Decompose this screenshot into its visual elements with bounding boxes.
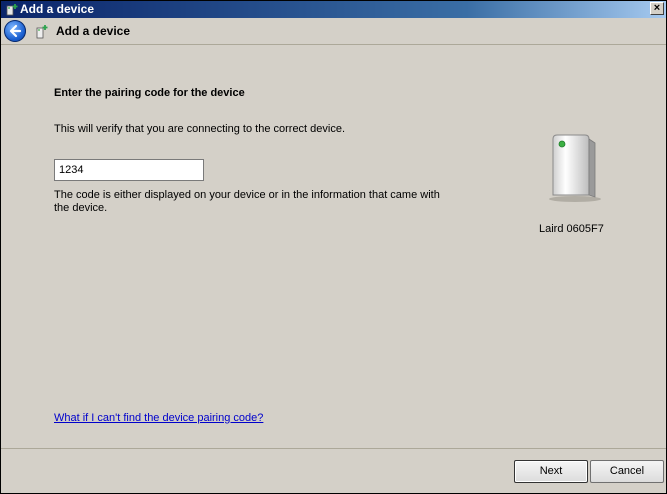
button-bar: Next Cancel: [1, 448, 666, 493]
close-icon: ×: [653, 2, 661, 14]
cant-find-code-link[interactable]: What if I can't find the device pairing …: [54, 412, 263, 424]
add-device-window: Add a device × Add a device Enter the pa…: [0, 0, 667, 494]
page-title: Add a device: [56, 24, 131, 38]
back-arrow-icon: [9, 24, 22, 38]
next-button[interactable]: Next: [514, 460, 588, 483]
close-button[interactable]: ×: [650, 2, 664, 15]
add-device-icon: [6, 4, 18, 16]
title-bar[interactable]: Add a device ×: [1, 1, 666, 18]
pairing-code-help-text: The code is either displayed on your dev…: [54, 189, 440, 214]
pairing-code-input[interactable]: [54, 159, 204, 181]
device-name: Laird 0605F7: [539, 223, 604, 235]
cancel-button[interactable]: Cancel: [590, 460, 664, 483]
back-button[interactable]: [4, 20, 26, 42]
bluetooth-device-icon: [549, 134, 601, 202]
instruction-heading: Enter the pairing code for the device: [54, 87, 245, 99]
navigation-bar: Add a device: [1, 18, 666, 45]
instruction-description: This will verify that you are connecting…: [54, 123, 346, 135]
content-area: Enter the pairing code for the device Th…: [1, 45, 666, 450]
window-title: Add a device: [20, 2, 95, 16]
add-device-icon: [36, 25, 48, 39]
